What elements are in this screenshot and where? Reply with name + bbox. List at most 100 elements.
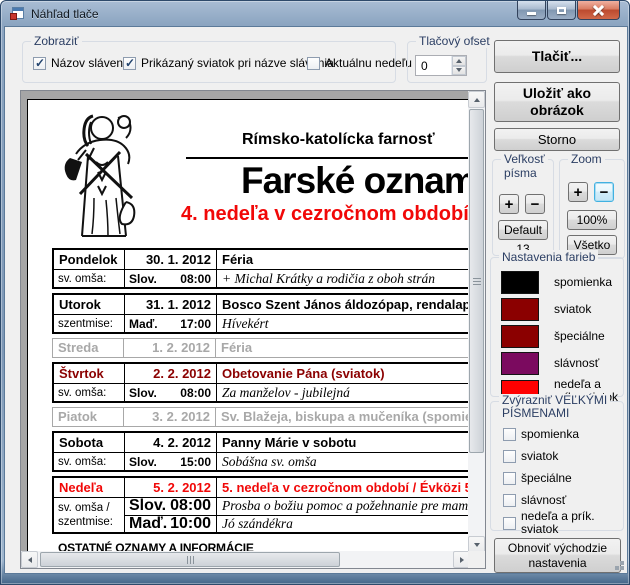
vertical-scroll-thumb[interactable] (469, 109, 484, 453)
document-page: Rímsko-katolícka farnosť Farské oznamy 4… (27, 99, 470, 553)
horizontal-scrollbar[interactable] (21, 551, 470, 568)
checkbox-label: Názov slávenia (51, 56, 132, 70)
color-settings-group: Nastavenia farieb spomienka sviatok špec… (490, 257, 624, 397)
day-block-friday: Piatok 3. 2. 2012 Sv. Blažeja, biskupa a… (52, 407, 470, 427)
mass-lang: Slov. (129, 498, 166, 515)
checkbox-label: nedeľa a prík. sviatok (521, 510, 603, 536)
vertical-scrollbar[interactable] (468, 91, 485, 553)
resize-grip[interactable] (620, 566, 624, 570)
day-name: Sobota (54, 433, 124, 452)
close-button[interactable] (577, 1, 620, 20)
mass-lang: Maď. (129, 315, 158, 333)
print-offset-value[interactable]: 0 (416, 56, 451, 75)
mass-intention: Za manželov - jubilejná (216, 384, 470, 402)
zoom-out-button[interactable]: − (594, 182, 614, 202)
day-name: Pondelok (54, 250, 124, 269)
day-title: 5. nedeľa v cezročnom období / Évközi 5.… (216, 478, 470, 497)
arrow-left-icon (28, 557, 32, 563)
spinner-down-button[interactable] (452, 66, 466, 76)
font-size-decrease-button[interactable]: − (525, 194, 545, 214)
mass-lang: Slov. (129, 270, 157, 288)
app-icon (10, 6, 25, 21)
checkbox-icon (503, 450, 516, 463)
maximize-icon (557, 7, 566, 14)
checkbox-icon (307, 57, 320, 70)
spinner-up-button[interactable] (452, 56, 466, 66)
document-subtitle: 4. nedeľa v cezročnom období (181, 203, 469, 226)
show-options-group: Zobraziť Názov slávenia Prikázaný sviato… (22, 41, 396, 83)
zoom-100-button[interactable]: 100% (567, 210, 617, 230)
day-name: Utorok (54, 295, 124, 314)
day-block-sunday: Nedeľa 5. 2. 2012 5. nedeľa v cezročnom … (52, 476, 470, 534)
parish-line: Rímsko-katolícka farnosť (242, 131, 435, 149)
save-as-image-button[interactable]: Uložiť ako obrázok (494, 82, 620, 122)
day-block-thursday: Štvrtok 2. 2. 2012 Obetovanie Pána (svia… (52, 362, 470, 403)
arrow-down-icon (456, 68, 462, 72)
checkbox-label: sviatok (521, 449, 558, 463)
day-name: Štvrtok (54, 364, 124, 383)
scroll-left-button[interactable] (21, 551, 38, 568)
header-rule (186, 157, 470, 159)
highlight-checkbox-sviatok[interactable]: sviatok (503, 449, 558, 463)
mass-label: sv. omša: (54, 384, 124, 402)
checkbox-current-sunday[interactable]: Aktuálnu nedeľu (307, 56, 412, 70)
preview-panel: Rímsko-katolícka farnosť Farské oznamy 4… (20, 90, 486, 569)
color-swatch[interactable] (501, 325, 539, 348)
checkbox-label: špeciálne (521, 471, 572, 485)
arrow-up-icon (456, 59, 462, 63)
day-name: Nedeľa (54, 478, 124, 497)
highlight-checkbox-nedela[interactable]: nedeľa a prík. sviatok (503, 510, 603, 536)
font-size-increase-button[interactable]: + (499, 194, 519, 214)
print-offset-spinner[interactable]: 0 (415, 55, 467, 76)
schedule-table: Pondelok 30. 1. 2012 Féria sv. omša: Slo… (52, 248, 470, 538)
checkbox-icon (503, 428, 516, 441)
show-options-label: Zobraziť (31, 34, 82, 48)
arrow-up-icon (474, 98, 480, 102)
highlight-checkbox-spomienka[interactable]: spomienka (503, 427, 579, 441)
horizontal-scroll-thumb[interactable] (40, 552, 340, 567)
day-title: Obetovanie Pána (sviatok) (216, 364, 470, 383)
arrow-right-icon (460, 557, 464, 563)
day-title: Bosco Szent János áldozópap, rendalapító (216, 295, 470, 314)
highlight-uppercase-label: Zvýrazniť VEĽKÝMI PÍSMENAMI (499, 394, 610, 420)
print-offset-label: Tlačový ofset (416, 34, 493, 48)
highlight-checkbox-specialne[interactable]: špeciálne (503, 471, 572, 485)
color-label: špeciálne (554, 330, 605, 343)
mass-label: sv. omša: (54, 270, 124, 288)
mass-lang: Slov. (129, 453, 157, 471)
checkbox-icon (503, 517, 516, 530)
close-icon (593, 5, 604, 16)
mass-intention: Jó szándékra (216, 515, 470, 532)
color-row-sviatok: sviatok (501, 298, 591, 321)
mass-intention: Hívekért (216, 315, 470, 333)
checkbox-icon (503, 494, 516, 507)
maximize-button[interactable] (547, 1, 576, 20)
zoom-in-button[interactable]: + (568, 182, 588, 202)
day-block-wednesday: Streda 1. 2. 2012 Féria (52, 338, 470, 358)
day-block-saturday: Sobota 4. 2. 2012 Panny Márie v sobotu s… (52, 431, 470, 472)
window-title: Náhľad tlače (31, 7, 99, 21)
color-swatch[interactable] (501, 298, 539, 321)
color-settings-label: Nastavenia farieb (499, 250, 598, 264)
minimize-button[interactable] (517, 1, 546, 20)
print-preview-window: Náhľad tlače Zobraziť Názov slávenia Pri… (0, 0, 630, 585)
checkbox-celebration-name[interactable]: Názov slávenia (33, 56, 132, 70)
mass-time: 17:00 (180, 315, 211, 333)
font-size-label: Veľkosť písma (501, 152, 548, 180)
highlight-checkbox-slavnost[interactable]: slávnosť (503, 493, 566, 507)
day-title: Féria (216, 250, 470, 269)
cancel-button[interactable]: Storno (494, 128, 620, 151)
font-size-default-button[interactable]: Default (498, 220, 548, 240)
color-swatch[interactable] (501, 271, 539, 294)
zoom-group: Zoom + − 100% Všetko (559, 159, 625, 259)
mass-time: 08:00 (170, 498, 211, 515)
mass-label: sv. omša / szentmise: (54, 498, 124, 532)
scrollbar-corner (468, 551, 485, 568)
print-button[interactable]: Tlačiť... (494, 40, 620, 73)
reset-defaults-button[interactable]: Obnoviť východzie nastavenia (494, 538, 621, 573)
checkbox-obligatory-feast[interactable]: Prikázaný sviatok pri názve slávenia (123, 56, 334, 70)
scroll-up-button[interactable] (468, 91, 485, 108)
day-date: 4. 2. 2012 (124, 433, 216, 452)
document-title: Farské oznamy (241, 160, 470, 202)
checkbox-label: Aktuálnu nedeľu (325, 56, 412, 70)
